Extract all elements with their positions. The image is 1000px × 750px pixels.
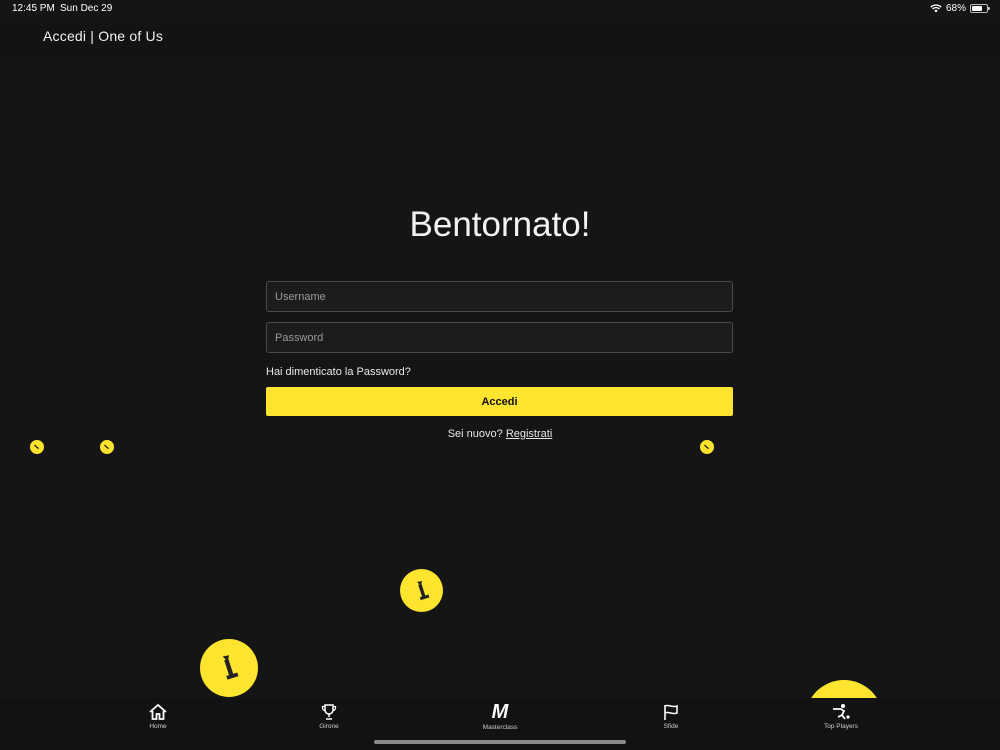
forgot-password-link[interactable]: Hai dimenticato la Password?: [266, 366, 411, 378]
home-indicator[interactable]: [374, 740, 626, 744]
battery-icon: [970, 4, 990, 13]
torch-badge: [200, 639, 258, 697]
torch-icon: [411, 578, 433, 604]
signup-prompt: Sei nuovo? Registrati: [0, 428, 1000, 440]
masterclass-logo-icon: M: [491, 701, 509, 723]
tab-label: Sfide: [663, 723, 679, 730]
tab-girone[interactable]: Girone: [289, 703, 369, 730]
login-screen: 12:45 PM Sun Dec 29 68% Accedi | One of …: [0, 0, 1000, 750]
status-date: Sun Dec 29: [60, 3, 113, 14]
tab-label: Masterclass: [482, 724, 518, 731]
tab-label: Girone: [319, 723, 339, 730]
torch-icon: [103, 443, 111, 451]
flag-icon: [662, 703, 680, 721]
tab-label: Top Players: [824, 723, 858, 730]
tab-masterclass[interactable]: M Masterclass: [460, 701, 540, 731]
torch-badge: [400, 569, 443, 612]
torch-badge: [100, 440, 114, 454]
wifi-icon: [930, 4, 942, 13]
login-button[interactable]: Accedi: [266, 387, 733, 416]
home-icon: [148, 703, 168, 721]
battery-percent: 68%: [945, 3, 966, 14]
password-input[interactable]: [266, 322, 733, 353]
torch-badge: [30, 440, 44, 454]
username-input[interactable]: [266, 281, 733, 312]
page-title: Accedi | One of Us: [43, 28, 164, 44]
torch-badge: [700, 440, 714, 454]
tab-label: Home: [149, 723, 167, 730]
tab-home[interactable]: Home: [118, 703, 198, 730]
tab-sfide[interactable]: Sfide: [631, 703, 711, 730]
app-header: Accedi | One of Us: [0, 18, 1000, 58]
status-bar: 12:45 PM Sun Dec 29 68%: [0, 0, 1000, 18]
torch-icon: [215, 651, 243, 685]
tab-top-players[interactable]: Top Players: [801, 703, 881, 730]
signup-link[interactable]: Registrati: [506, 428, 552, 440]
welcome-heading: Bentornato!: [409, 205, 591, 244]
torch-icon: [703, 443, 711, 451]
torch-icon: [33, 443, 41, 451]
battery-fill: [972, 6, 982, 11]
signup-question: Sei nuovo?: [447, 428, 503, 440]
trophy-icon: [320, 703, 338, 721]
player-kick-icon: [831, 703, 851, 721]
status-time: 12:45 PM: [12, 3, 55, 14]
status-indicators: 68%: [930, 3, 990, 14]
